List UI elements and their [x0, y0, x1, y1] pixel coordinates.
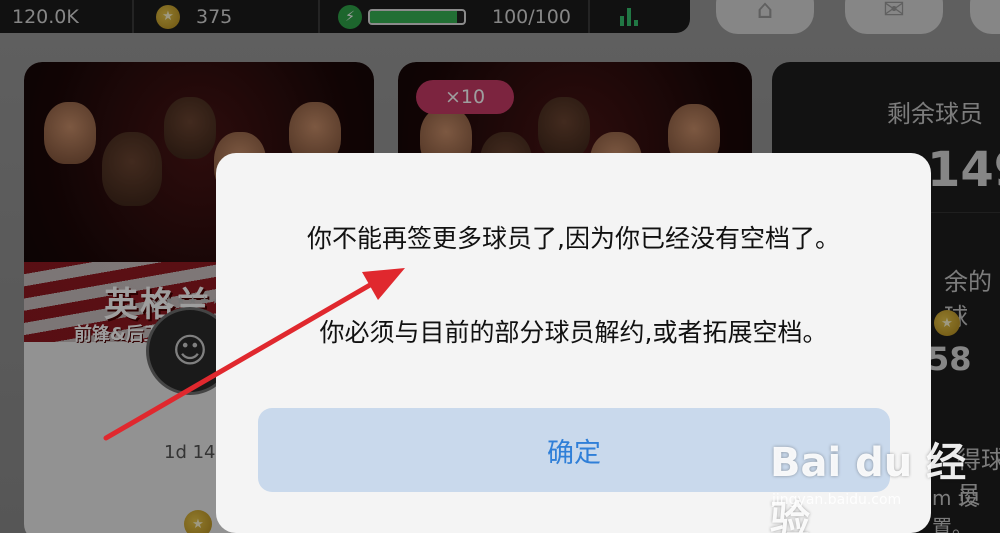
dialog-message-line1: 你不能再签更多球员了,因为你已经没有空档了。	[307, 224, 840, 253]
dialog-message-line2: 你必须与目前的部分球员解约,或者拓展空档。	[319, 318, 828, 347]
confirm-button[interactable]: 确定	[258, 408, 890, 492]
no-slots-dialog: 你不能再签更多球员了,因为你已经没有空档了。 你必须与目前的部分球员解约,或者拓…	[216, 153, 931, 533]
